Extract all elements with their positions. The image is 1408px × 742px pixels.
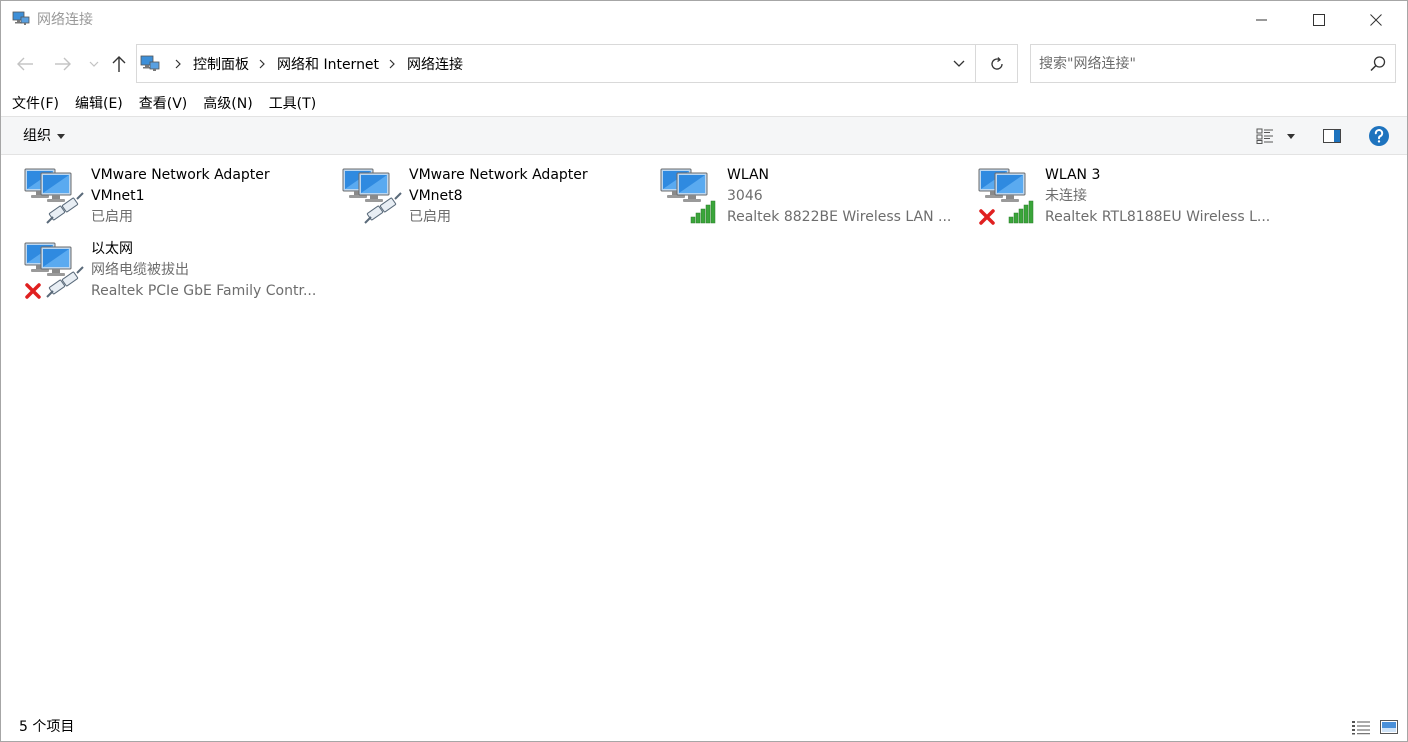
connection-name: VMnet8 bbox=[409, 188, 463, 204]
menu-file[interactable]: 文件(F) bbox=[4, 92, 67, 116]
connection-info: 以太网网络电缆被拔出 Realtek PCIe GbE Family Contr.… bbox=[91, 239, 325, 302]
close-button[interactable] bbox=[1353, 1, 1399, 39]
connection-name: WLAN bbox=[727, 167, 770, 183]
connection-item[interactable]: VMware Network Adapter VMnet1 已启用 bbox=[1, 155, 311, 225]
help-icon bbox=[1369, 126, 1389, 146]
connection-name: VMware Network Adapter bbox=[409, 167, 588, 183]
ethernet-adapter-icon bbox=[24, 242, 84, 299]
breadcrumb-item[interactable]: 网络连接 bbox=[407, 54, 463, 74]
search-icon[interactable] bbox=[1369, 55, 1387, 73]
connection-info: WLAN 3 未连接 Realtek RTL8188EU Wireless L... bbox=[1045, 165, 1279, 228]
ethernet-adapter-icon bbox=[24, 168, 84, 224]
connection-item[interactable]: VMware Network Adapter VMnet8 已启用 bbox=[319, 155, 629, 225]
connection-item[interactable]: 以太网网络电缆被拔出 Realtek PCIe GbE Family Contr.… bbox=[1, 229, 316, 299]
breadcrumb-separator-icon[interactable] bbox=[171, 57, 185, 71]
menu-view[interactable]: 查看(V) bbox=[131, 92, 196, 116]
connection-name: WLAN 3 bbox=[1045, 167, 1101, 183]
connection-name: VMware Network Adapter bbox=[91, 167, 270, 183]
menu-bar: 文件(F) 编辑(E) 查看(V) 高级(N) 工具(T) bbox=[4, 92, 324, 116]
preview-pane-button[interactable] bbox=[1321, 125, 1343, 147]
caret-down-icon bbox=[1287, 133, 1295, 139]
connection-status: 3046 bbox=[727, 188, 763, 204]
control-panel-icon bbox=[140, 55, 160, 71]
menu-edit[interactable]: 编辑(E) bbox=[67, 92, 131, 116]
up-button[interactable] bbox=[108, 52, 130, 76]
connection-item[interactable]: WLAN 3046 Realtek 8822BE Wireless LAN ... bbox=[637, 155, 951, 225]
connection-status: 未连接 bbox=[1045, 188, 1087, 204]
close-icon bbox=[1370, 14, 1382, 26]
wireless-adapter-icon bbox=[660, 168, 716, 224]
connection-name: VMnet1 bbox=[91, 188, 145, 204]
breadcrumb: 控制面板 网络和 Internet 网络连接 bbox=[165, 45, 463, 82]
search-box[interactable] bbox=[1030, 44, 1396, 83]
menu-tools[interactable]: 工具(T) bbox=[261, 92, 324, 116]
connection-info: VMware Network Adapter VMnet1 已启用 bbox=[91, 165, 325, 228]
status-bar: 5 个项目 bbox=[1, 711, 1407, 741]
address-bar[interactable]: 控制面板 网络和 Internet 网络连接 bbox=[136, 44, 1018, 83]
caret-down-icon bbox=[57, 133, 65, 139]
large-icons-view-icon[interactable] bbox=[1379, 719, 1399, 735]
connection-item[interactable]: WLAN 3 未连接 Realtek RTL8188EU Wireless L... bbox=[955, 155, 1270, 225]
chevron-down-icon bbox=[953, 60, 965, 67]
arrow-left-icon bbox=[17, 57, 33, 71]
ethernet-adapter-icon bbox=[342, 168, 402, 224]
refresh-icon bbox=[991, 56, 1003, 70]
connection-status: 已启用 bbox=[409, 209, 451, 225]
title-bar[interactable]: 网络连接 bbox=[1, 1, 1407, 39]
item-count: 5 个项目 bbox=[19, 719, 75, 735]
connection-info: WLAN 3046 Realtek 8822BE Wireless LAN ... bbox=[727, 165, 961, 228]
window-title: 网络连接 bbox=[37, 12, 93, 28]
search-input[interactable] bbox=[1039, 54, 1359, 74]
maximize-icon bbox=[1313, 14, 1325, 26]
details-view-icon bbox=[1256, 128, 1273, 144]
connections-view: VMware Network Adapter VMnet1 已启用 VMware Ne… bbox=[1, 155, 1407, 711]
organize-button[interactable]: 组织 bbox=[15, 125, 73, 147]
change-view-button[interactable] bbox=[1253, 125, 1277, 147]
connection-status: 已启用 bbox=[91, 209, 133, 225]
back-button[interactable] bbox=[14, 52, 36, 76]
breadcrumb-item[interactable]: 控制面板 bbox=[193, 54, 249, 74]
connection-status: 网络电缆被拔出 bbox=[91, 262, 189, 278]
connection-device: Realtek RTL8188EU Wireless L... bbox=[1045, 209, 1271, 225]
organize-label: 组织 bbox=[23, 128, 51, 144]
preview-pane-icon bbox=[1323, 129, 1341, 143]
chevron-down-icon bbox=[89, 61, 99, 67]
connection-device: Realtek PCIe GbE Family Contr... bbox=[91, 283, 317, 299]
arrow-up-icon bbox=[112, 56, 126, 72]
connection-info: VMware Network Adapter VMnet8 已启用 bbox=[409, 165, 643, 228]
breadcrumb-separator-icon[interactable] bbox=[255, 57, 269, 71]
minimize-button[interactable] bbox=[1239, 1, 1285, 39]
network-connections-icon bbox=[12, 11, 30, 25]
maximize-button[interactable] bbox=[1296, 1, 1342, 39]
explorer-window: 网络连接 控制面板 网络和 Internet 网络连接 搜索"网络连接" 文件(… bbox=[0, 0, 1408, 742]
breadcrumb-separator-icon[interactable] bbox=[385, 57, 399, 71]
refresh-button[interactable] bbox=[977, 45, 1017, 82]
arrow-right-icon bbox=[55, 57, 71, 71]
wireless-adapter-icon bbox=[978, 168, 1034, 225]
view-options-button[interactable] bbox=[1283, 125, 1299, 147]
recent-locations-button[interactable] bbox=[85, 52, 103, 76]
forward-button[interactable] bbox=[52, 52, 74, 76]
address-history-button[interactable] bbox=[943, 45, 975, 82]
minimize-icon bbox=[1256, 19, 1267, 21]
connection-device: Realtek 8822BE Wireless LAN ... bbox=[727, 209, 952, 225]
address-divider bbox=[975, 45, 976, 82]
breadcrumb-item[interactable]: 网络和 Internet bbox=[277, 54, 379, 74]
help-button[interactable] bbox=[1367, 124, 1391, 148]
menu-advanced[interactable]: 高级(N) bbox=[195, 92, 260, 116]
details-view-icon[interactable] bbox=[1351, 719, 1371, 735]
command-bar: 组织 bbox=[1, 116, 1407, 155]
connection-name: 以太网 bbox=[91, 241, 133, 257]
